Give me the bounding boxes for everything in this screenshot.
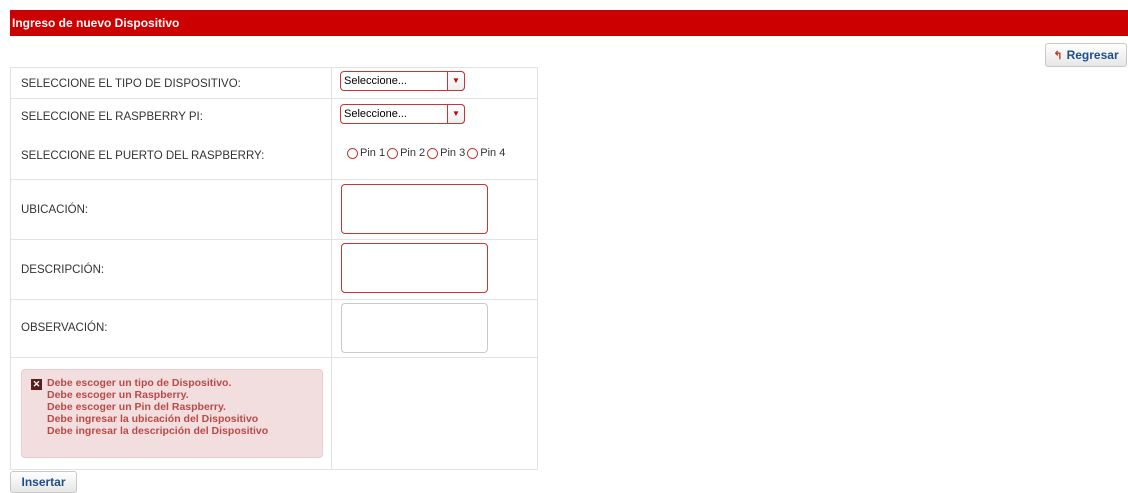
port-option-label: Pin 3 xyxy=(440,147,466,159)
device-type-selected: Seleccione... xyxy=(344,75,407,87)
page-title: Ingreso de nuevo Dispositivo xyxy=(12,16,180,30)
insert-button[interactable]: Insertar xyxy=(10,471,77,493)
column-divider xyxy=(331,68,332,469)
form-row-raspberry: SELECCIONE EL RASPBERRY PI: Seleccione..… xyxy=(11,98,537,179)
raspberry-label: SELECCIONE EL RASPBERRY PI: xyxy=(21,111,203,123)
chevron-down-icon[interactable]: ▼ xyxy=(447,71,465,91)
description-textarea[interactable] xyxy=(341,243,488,293)
error-message: Debe escoger un tipo de Dispositivo. xyxy=(47,377,232,389)
observation-textarea[interactable] xyxy=(341,303,488,353)
port-label: SELECCIONE EL PUERTO DEL RASPBERRY: xyxy=(21,150,265,162)
port-option-label: Pin 2 xyxy=(400,147,426,159)
device-type-label: SELECCIONE EL TIPO DE DISPOSITIVO: xyxy=(21,78,241,90)
port-option-pin-1[interactable]: Pin 1 xyxy=(347,147,385,159)
raspberry-select[interactable]: Seleccione... ▼ xyxy=(340,104,465,124)
radio-button[interactable] xyxy=(387,147,399,159)
form-row-location: UBICACIÓN: xyxy=(11,179,537,239)
port-option-label: Pin 4 xyxy=(480,147,506,159)
error-message: Debe escoger un Raspberry. xyxy=(47,389,189,401)
port-option-pin-3[interactable]: Pin 3 xyxy=(427,147,465,159)
validation-summary: ✕ Debe escoger un tipo de Dispositivo. D… xyxy=(21,369,323,458)
port-option-pin-2[interactable]: Pin 2 xyxy=(387,147,425,159)
description-label: DESCRIPCIÓN: xyxy=(21,264,105,276)
close-icon: ✕ xyxy=(31,379,42,390)
location-label: UBICACIÓN: xyxy=(21,204,89,216)
chevron-down-icon[interactable]: ▼ xyxy=(447,104,465,124)
error-list: Debe escoger un tipo de Dispositivo. Deb… xyxy=(47,377,268,437)
radio-button[interactable] xyxy=(467,147,479,159)
error-message: Debe ingresar la ubicación del Dispositi… xyxy=(47,413,259,425)
observation-label: OBSERVACIÓN: xyxy=(21,322,108,334)
page-header: Ingreso de nuevo Dispositivo xyxy=(10,10,1128,36)
form-row-description: DESCRIPCIÓN: xyxy=(11,239,537,299)
port-option-label: Pin 1 xyxy=(360,147,386,159)
port-option-pin-4[interactable]: Pin 4 xyxy=(467,147,505,159)
form-row-device-type: SELECCIONE EL TIPO DE DISPOSITIVO: Selec… xyxy=(11,68,537,98)
radio-button[interactable] xyxy=(427,147,439,159)
port-radio-group: Pin 1 Pin 2 Pin 3 Pin 4 xyxy=(347,147,507,159)
error-message: Debe escoger un Pin del Raspberry. xyxy=(47,401,226,413)
radio-button[interactable] xyxy=(347,147,358,159)
raspberry-selected: Seleccione... xyxy=(344,108,407,120)
error-message: Debe ingresar la descripción del Disposi… xyxy=(47,425,269,437)
reply-arrow-icon: ↰ xyxy=(1053,49,1063,62)
device-form: SELECCIONE EL TIPO DE DISPOSITIVO: Selec… xyxy=(10,67,538,470)
back-button-label: Regresar xyxy=(1066,48,1119,62)
back-button[interactable]: ↰ Regresar xyxy=(1045,43,1127,67)
form-row-observation: OBSERVACIÓN: xyxy=(11,299,537,357)
device-type-select[interactable]: Seleccione... ▼ xyxy=(340,71,465,91)
location-textarea[interactable] xyxy=(341,184,488,234)
